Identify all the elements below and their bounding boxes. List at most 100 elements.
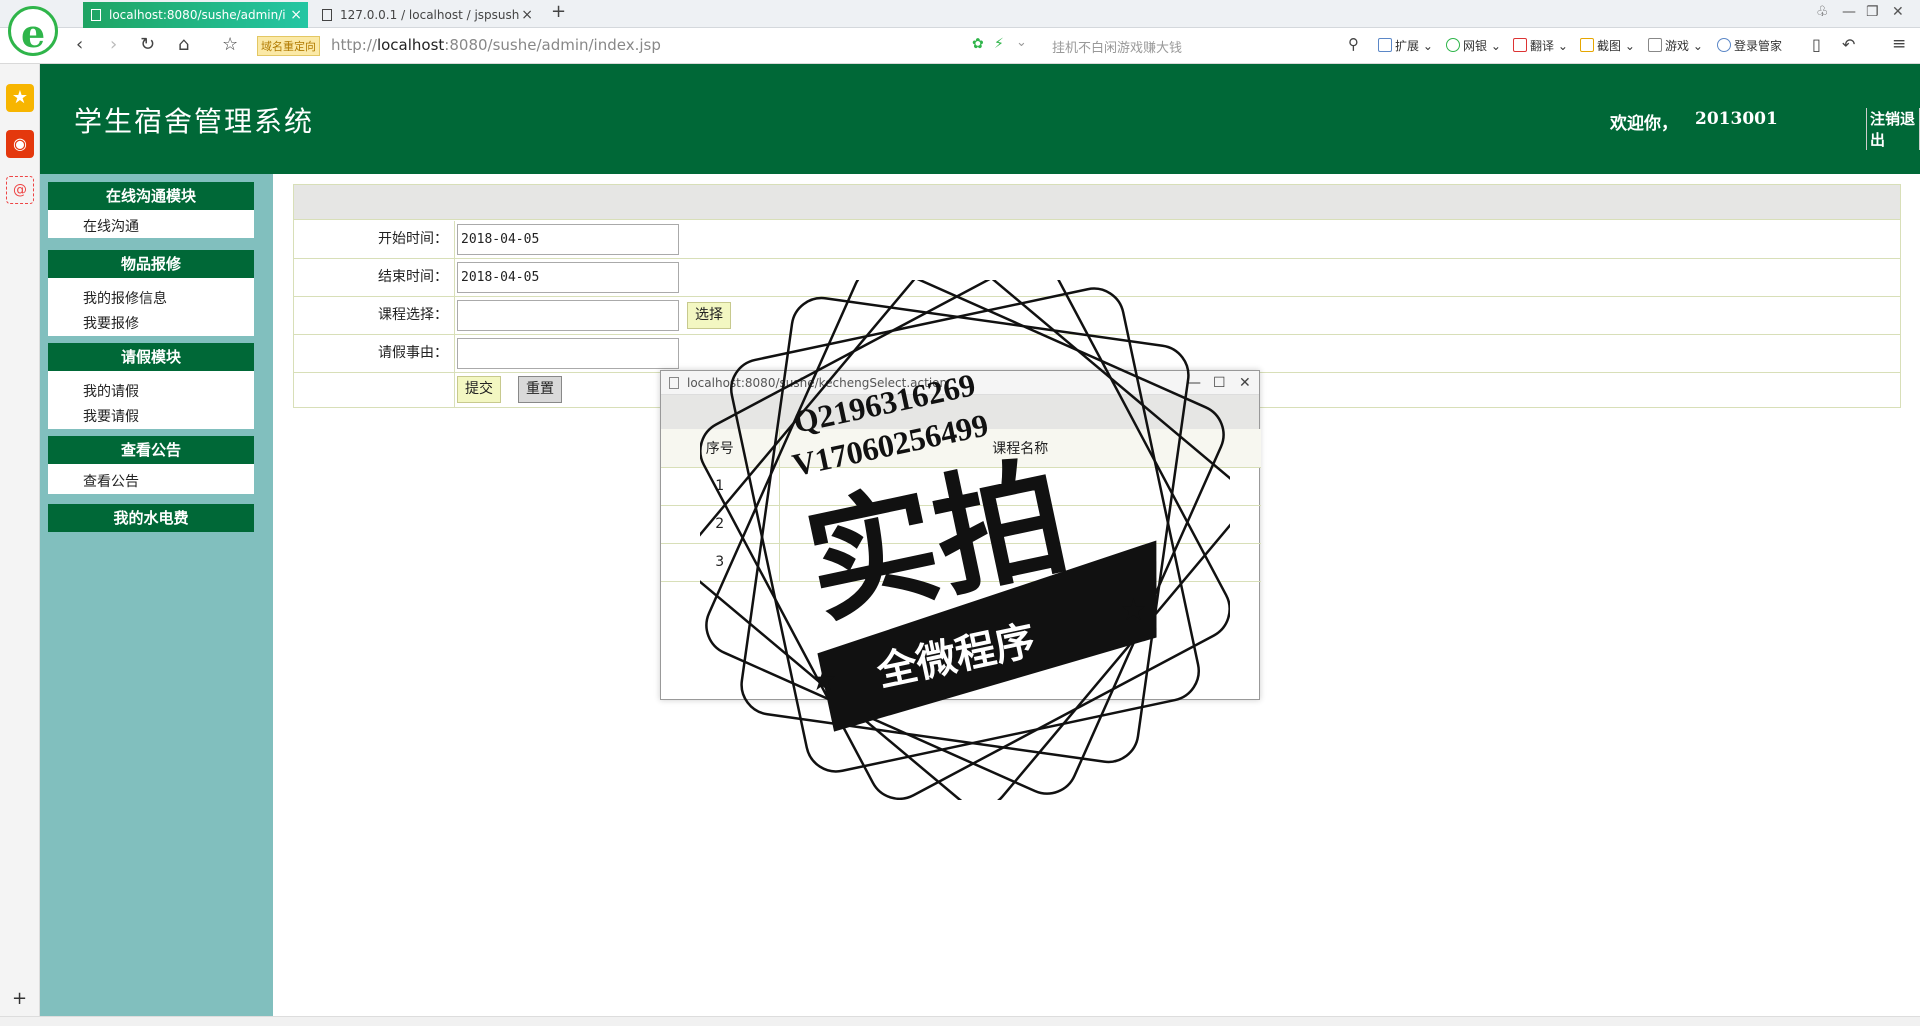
form-row-end: 结束时间： 2018-04-05 bbox=[294, 259, 1900, 297]
course-name-link[interactable] bbox=[779, 505, 1261, 544]
menu-section-body: 查看公告 bbox=[48, 464, 254, 494]
menu-item-request-leave[interactable]: 我要请假 bbox=[83, 406, 139, 426]
weibo-icon[interactable]: ◉ bbox=[6, 130, 34, 158]
toolbar-screenshot[interactable]: 截图 ⌄ bbox=[1580, 37, 1635, 54]
popup-close-icon[interactable]: ✕ bbox=[1239, 371, 1251, 395]
end-time-input[interactable]: 2018-04-05 bbox=[457, 262, 679, 293]
browser-status-bar bbox=[0, 1016, 1920, 1026]
refresh-icon[interactable]: ↻ bbox=[140, 34, 155, 55]
menu-section-body: 在线沟通 bbox=[48, 210, 254, 238]
favorite-star-icon[interactable]: ☆ bbox=[222, 34, 238, 55]
banking-icon bbox=[1446, 38, 1460, 52]
menu-icon[interactable]: ≡ bbox=[1892, 34, 1906, 54]
restore-icon[interactable]: ❐ bbox=[1866, 4, 1879, 20]
table-row[interactable]: 3 bbox=[661, 543, 1261, 582]
reason-label: 请假事由： bbox=[294, 335, 455, 372]
actions-label-cell bbox=[294, 373, 455, 408]
security-icon[interactable]: ✿ bbox=[972, 36, 984, 52]
row-index: 1 bbox=[661, 467, 780, 506]
tab-close-icon[interactable]: × bbox=[290, 2, 302, 28]
table-header-row: 序号 课程名称 bbox=[661, 429, 1261, 468]
form-row-start: 开始时间： 2018-04-05 bbox=[294, 221, 1900, 259]
browser-tab[interactable]: 127.0.0.1 / localhost / jspsush × bbox=[314, 2, 539, 28]
menu-section-chat[interactable]: 在线沟通模块 bbox=[48, 182, 254, 210]
gamepad-icon bbox=[1648, 38, 1662, 52]
start-time-label: 开始时间： bbox=[294, 221, 455, 258]
end-time-label: 结束时间： bbox=[294, 259, 455, 296]
course-input[interactable] bbox=[457, 300, 679, 331]
extensions-icon bbox=[1378, 38, 1392, 52]
course-table: 序号 课程名称 1 2 3 bbox=[661, 429, 1261, 582]
side-menu: 在线沟通模块 在线沟通 物品报修 我的报修信息 我要报修 请假模块 我的请假 我… bbox=[40, 174, 273, 1016]
reset-button[interactable]: 重置 bbox=[518, 376, 562, 403]
col-index-header: 序号 bbox=[661, 429, 780, 468]
window-close-icon[interactable]: ✕ bbox=[1892, 4, 1904, 20]
tab-close-icon[interactable]: × bbox=[521, 2, 533, 28]
speed-icon[interactable]: ⚡ bbox=[994, 36, 1004, 52]
menu-section-body: 我的请假 我要请假 bbox=[48, 371, 254, 429]
app-title: 学生宿舍管理系统 bbox=[74, 105, 315, 138]
row-index: 2 bbox=[661, 505, 780, 544]
menu-section-repair[interactable]: 物品报修 bbox=[48, 250, 254, 278]
undo-icon[interactable]: ↶ bbox=[1842, 35, 1855, 54]
page-icon bbox=[322, 9, 332, 21]
form-row-reason: 请假事由： bbox=[294, 335, 1900, 373]
user-id: 2013001 bbox=[1695, 109, 1778, 129]
menu-section-notices[interactable]: 查看公告 bbox=[48, 436, 254, 464]
start-time-input[interactable]: 2018-04-05 bbox=[457, 224, 679, 255]
minimize-icon[interactable]: — bbox=[1842, 4, 1856, 20]
toolbar-games[interactable]: 游戏 ⌄ bbox=[1648, 37, 1703, 54]
translate-icon bbox=[1513, 38, 1527, 52]
search-input[interactable]: 挂机不白闲游戏赚大钱 bbox=[1052, 37, 1182, 56]
form-header bbox=[294, 185, 1900, 220]
page-icon bbox=[91, 9, 101, 21]
home-icon[interactable]: ⌂ bbox=[178, 34, 189, 55]
forward-icon[interactable]: › bbox=[110, 34, 117, 55]
popup-minimize-icon[interactable]: — bbox=[1187, 371, 1201, 395]
form-row-course: 课程选择： 选择 bbox=[294, 297, 1900, 335]
course-name-link[interactable] bbox=[779, 543, 1261, 582]
course-name-link[interactable] bbox=[779, 467, 1261, 506]
submit-button[interactable]: 提交 bbox=[457, 376, 501, 403]
browser-logo: e bbox=[8, 6, 58, 56]
reason-input[interactable] bbox=[457, 338, 679, 369]
new-tab-button[interactable]: + bbox=[551, 1, 566, 22]
menu-item-my-repairs[interactable]: 我的报修信息 bbox=[83, 288, 167, 308]
table-row[interactable]: 1 bbox=[661, 467, 1261, 506]
search-icon[interactable]: ⚲ bbox=[1348, 35, 1359, 53]
browser-tab-active[interactable]: localhost:8080/sushe/admin/i × bbox=[83, 2, 308, 28]
browser-sidebar: ★ ◉ @ + bbox=[0, 64, 40, 1016]
app-header: 学生宿舍管理系统 欢迎你， 2013001 注销退出 bbox=[40, 64, 1920, 174]
menu-section-leave[interactable]: 请假模块 bbox=[48, 343, 254, 371]
popup-maximize-icon[interactable]: ☐ bbox=[1213, 371, 1226, 395]
tab-label: localhost:8080/sushe/admin/i bbox=[109, 8, 286, 22]
add-icon[interactable]: + bbox=[12, 988, 27, 1009]
favorites-star-icon[interactable]: ★ bbox=[6, 84, 34, 112]
toolbar-extensions[interactable]: 扩展 ⌄ bbox=[1378, 37, 1433, 54]
back-icon[interactable]: ‹ bbox=[76, 34, 83, 55]
popup-header-bar bbox=[661, 395, 1259, 429]
logout-link[interactable]: 注销退出 bbox=[1866, 108, 1920, 150]
menu-section-utilities[interactable]: 我的水电费 bbox=[48, 504, 254, 532]
toolbar-login-manager[interactable]: 登录管家 bbox=[1717, 37, 1782, 54]
chevron-down-icon[interactable]: ⌄ bbox=[1016, 35, 1027, 50]
bookmark-icon[interactable]: ▯ bbox=[1812, 35, 1821, 54]
menu-item-request-repair[interactable]: 我要报修 bbox=[83, 313, 139, 333]
menu-item-my-leave[interactable]: 我的请假 bbox=[83, 381, 139, 401]
menu-section-body: 我的报修信息 我要报修 bbox=[48, 278, 254, 336]
menu-item-online-chat[interactable]: 在线沟通 bbox=[83, 216, 139, 236]
welcome-text: 欢迎你， bbox=[1610, 114, 1678, 134]
skin-icon[interactable]: ♧ bbox=[1816, 4, 1829, 20]
col-name-header: 课程名称 bbox=[779, 429, 1261, 468]
select-course-button[interactable]: 选择 bbox=[687, 302, 731, 329]
tab-label: 127.0.0.1 / localhost / jspsush bbox=[340, 8, 520, 22]
menu-item-view-notices[interactable]: 查看公告 bbox=[83, 471, 139, 491]
course-select-popup: localhost:8080/sushe/kechengSelect.actio… bbox=[660, 370, 1261, 700]
url-field[interactable]: http://localhost:8080/sushe/admin/index.… bbox=[331, 36, 661, 54]
popup-titlebar: localhost:8080/sushe/kechengSelect.actio… bbox=[661, 371, 1259, 395]
toolbar-banking[interactable]: 网银 ⌄ bbox=[1446, 37, 1501, 54]
browser-tab-bar: localhost:8080/sushe/admin/i × 127.0.0.1… bbox=[0, 0, 1920, 28]
toolbar-translate[interactable]: 翻译 ⌄ bbox=[1513, 37, 1568, 54]
table-row[interactable]: 2 bbox=[661, 505, 1261, 544]
mail-icon[interactable]: @ bbox=[6, 176, 34, 204]
